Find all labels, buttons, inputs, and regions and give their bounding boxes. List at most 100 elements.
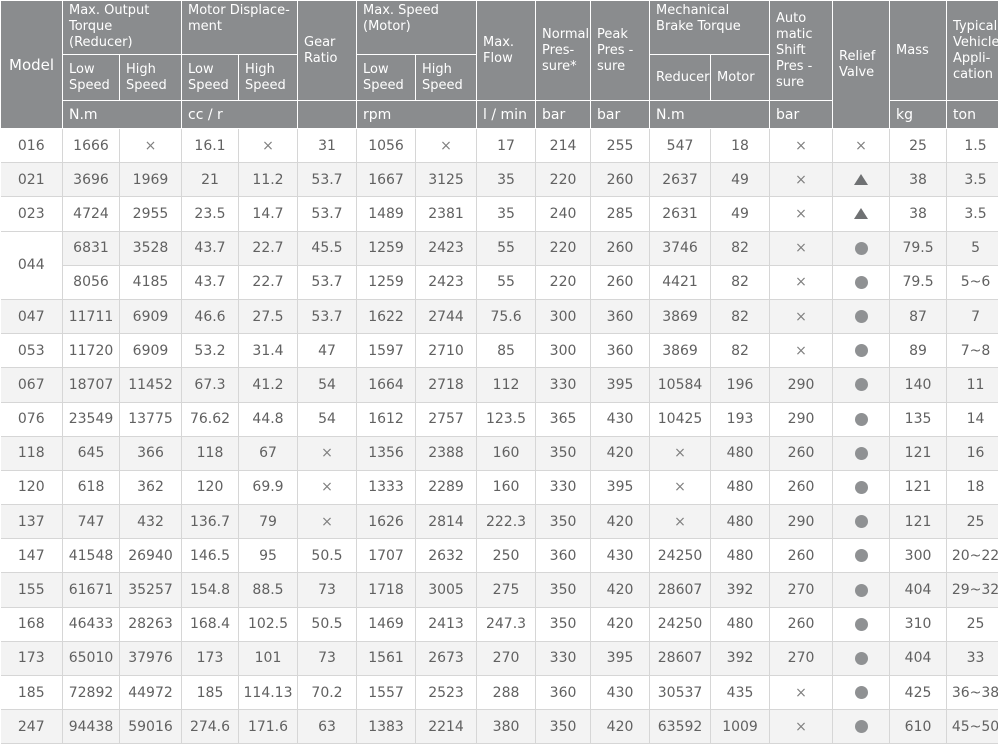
unit-auto-shift: bar xyxy=(769,100,834,129)
unit-speed: rpm xyxy=(356,100,478,129)
relief-valve-dot-icon xyxy=(832,607,891,642)
unit-brake: N.m xyxy=(649,100,771,129)
value-cell: 28607 xyxy=(649,572,712,608)
value-cell: 54 xyxy=(297,402,358,437)
value-cell: 618 xyxy=(62,470,120,506)
value-cell: 50.5 xyxy=(297,607,358,642)
header-auto-shift: Auto matic Shift Pres - sure xyxy=(769,0,834,101)
value-cell: 53.7 xyxy=(297,265,358,300)
not-applicable-cross: × xyxy=(649,470,712,506)
value-cell: 270 xyxy=(476,641,537,677)
value-cell: 2637 xyxy=(649,162,712,198)
value-cell: 13775 xyxy=(119,402,182,437)
value-cell: 95 xyxy=(238,538,299,574)
model-cell: 016 xyxy=(0,128,63,164)
value-cell: 420 xyxy=(590,709,651,745)
value-cell: 2214 xyxy=(415,709,478,745)
table-row: 185 72892 44972 185 114.13 70.2 1557 2523 288 360… xyxy=(0,675,998,711)
table-row: 137 747 432 136.7 79 × 1626 2814 222.3 350 420 × 480… xyxy=(0,504,998,540)
value-cell: 365 xyxy=(535,402,592,437)
value-cell: 3005 xyxy=(415,572,478,608)
value-cell: 49 xyxy=(710,162,771,198)
value-cell: 3869 xyxy=(649,333,712,369)
value-cell: 72892 xyxy=(62,675,120,711)
value-cell: 53.2 xyxy=(181,333,239,369)
value-cell: 310 xyxy=(889,607,948,642)
not-applicable-cross: × xyxy=(769,196,834,232)
value-cell: 255 xyxy=(590,128,651,164)
value-cell: 121 xyxy=(889,504,948,540)
value-cell: 220 xyxy=(535,265,592,300)
model-cell: 168 xyxy=(0,607,63,642)
value-cell: 8056 xyxy=(62,265,120,300)
relief-valve-dot-icon xyxy=(832,504,891,540)
model-cell: 044 xyxy=(0,231,63,300)
value-cell: 94438 xyxy=(62,709,120,745)
value-cell: 11 xyxy=(946,367,998,403)
table-body: 016 1666 × 16.1 × 31 1056 × 17 214 255 547 18 × × 25 1.5… xyxy=(0,128,998,745)
value-cell: 7 xyxy=(946,299,998,335)
value-cell: 50.5 xyxy=(297,538,358,574)
header-normal-pressure: Normal Pres- sure* xyxy=(535,0,592,101)
table-row: 016 1666 × 16.1 × 31 1056 × 17 214 255 547 18 × × 25 1.5 xyxy=(0,128,998,164)
table-row: 023 4724 2955 23.5 14.7 53.7 1489 2381 35 240 285 2… xyxy=(0,196,998,232)
value-cell: 1333 xyxy=(356,470,417,506)
value-cell: 2388 xyxy=(415,436,478,471)
relief-valve-dot-icon xyxy=(832,675,891,711)
value-cell: 196 xyxy=(710,367,771,403)
value-cell: 1626 xyxy=(356,504,417,540)
value-cell: 140 xyxy=(889,367,948,403)
not-applicable-cross: × xyxy=(769,128,834,164)
unit-normal-pressure: bar xyxy=(535,100,592,129)
filled-triangle-icon xyxy=(854,208,869,220)
value-cell: 747 xyxy=(62,504,120,540)
table-header: Model Max. Output Torque (Reducer) Motor… xyxy=(0,0,998,129)
value-cell: 63592 xyxy=(649,709,712,745)
filled-circle-icon xyxy=(854,241,868,255)
value-cell: 480 xyxy=(710,436,771,471)
filled-circle-icon xyxy=(854,446,868,460)
value-cell: 2423 xyxy=(415,265,478,300)
value-cell: 54 xyxy=(297,367,358,403)
value-cell: 404 xyxy=(889,572,948,608)
value-cell: 53.7 xyxy=(297,299,358,335)
value-cell: 1664 xyxy=(356,367,417,403)
unit-displacement: cc / r xyxy=(180,100,299,129)
value-cell: 4421 xyxy=(649,265,712,300)
value-cell: 392 xyxy=(710,572,771,608)
model-cell: 137 xyxy=(0,504,63,540)
header-speed: Max. Speed (Motor) xyxy=(356,0,478,55)
not-applicable-cross: × xyxy=(769,231,834,266)
value-cell: 38 xyxy=(889,162,948,198)
value-cell: 45~50 xyxy=(946,709,998,745)
value-cell: 67 xyxy=(238,436,299,471)
value-cell: 75.6 xyxy=(476,299,537,335)
value-cell: 288 xyxy=(476,675,537,711)
value-cell: 430 xyxy=(590,538,651,574)
filled-circle-icon xyxy=(854,412,868,426)
header-brake-torque: Mechanical Brake Torque xyxy=(649,0,771,55)
value-cell: 1383 xyxy=(356,709,417,745)
filled-circle-icon xyxy=(854,651,868,665)
value-cell: 22.7 xyxy=(238,231,299,266)
value-cell: 300 xyxy=(889,538,948,574)
value-cell: 38 xyxy=(889,196,948,232)
value-cell: 11720 xyxy=(62,333,120,369)
value-cell: 16.1 xyxy=(181,128,239,164)
value-cell: 290 xyxy=(769,402,834,437)
value-cell: 1.5 xyxy=(946,128,998,164)
value-cell: 25 xyxy=(889,128,948,164)
value-cell: 270 xyxy=(769,572,834,608)
header-speed-high: High Speed xyxy=(415,54,478,101)
value-cell: 28263 xyxy=(119,607,182,642)
value-cell: 160 xyxy=(476,436,537,471)
value-cell: 1469 xyxy=(356,607,417,642)
relief-valve-dot-icon xyxy=(832,265,891,300)
header-displacement: Motor Displace-ment xyxy=(180,0,299,55)
value-cell: 3696 xyxy=(62,162,120,198)
value-cell: 2523 xyxy=(415,675,478,711)
value-cell: 360 xyxy=(535,675,592,711)
value-cell: 362 xyxy=(119,470,182,506)
value-cell: 10584 xyxy=(649,367,712,403)
header-torque-low: Low Speed xyxy=(62,54,120,101)
